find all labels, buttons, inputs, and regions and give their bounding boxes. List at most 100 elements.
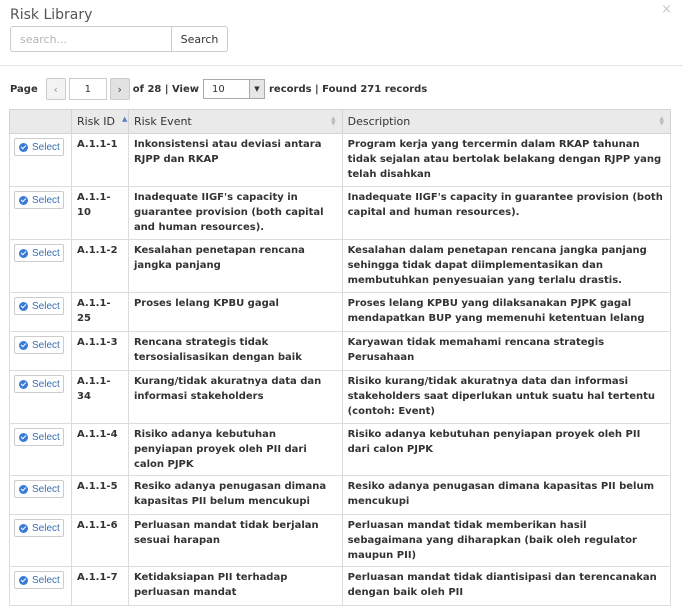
risk-event-cell: Inkonsistensi atau deviasi antara RJPP d… xyxy=(127,133,343,187)
search-group: Search xyxy=(10,26,228,52)
select-label: Select xyxy=(32,247,60,259)
prev-page-button[interactable]: ‹ xyxy=(45,78,66,100)
select-label: Select xyxy=(32,378,60,390)
check-circle-icon xyxy=(19,195,28,205)
risk-id-cell: A.1.1-10 xyxy=(70,186,129,240)
close-icon[interactable]: × xyxy=(661,3,672,17)
select-cell: Select xyxy=(9,566,72,606)
risk-event-cell: Resiko adanya penugasan dimana kapasitas… xyxy=(127,475,343,515)
risk-table: Risk ID ▲ Risk Event ▲ ▼ Description ▲ ▼ S… xyxy=(9,109,672,606)
select-button[interactable]: Select xyxy=(14,480,64,498)
column-header-description-label: Description xyxy=(347,115,411,128)
description-cell: Program kerja yang tercermin dalam RKAP … xyxy=(341,133,672,187)
table-row: Select A.1.1-7 Ketidaksiapan PII terhadap … xyxy=(9,566,672,606)
check-circle-icon xyxy=(19,484,28,494)
select-button[interactable]: Select xyxy=(14,519,64,537)
select-label: Select xyxy=(32,522,60,534)
page-label: Page xyxy=(10,83,38,95)
risk-id-cell: A.1.1-5 xyxy=(70,475,129,515)
select-button[interactable]: Select xyxy=(14,191,64,209)
column-header-risk-id-label: Risk ID xyxy=(76,115,115,128)
sort-icon: ▲ ▼ xyxy=(659,115,664,127)
risk-event-cell: Ketidaksiapan PII terhadap perluasan man… xyxy=(127,566,343,606)
risk-event-cell: Kurang/tidak akuratnya data dan informas… xyxy=(127,370,343,424)
select-button[interactable]: Select xyxy=(14,428,64,446)
next-page-button[interactable]: › xyxy=(109,78,130,100)
pager: Page ‹ › of 28 | View 10 ▼ records | Fou… xyxy=(10,78,427,100)
modal-title: Risk Library xyxy=(10,7,93,23)
description-cell: Perluasan mandat tidak diantisipasi dan … xyxy=(341,566,672,606)
select-cell: Select xyxy=(9,292,72,332)
table-row: Select A.1.1-5 Resiko adanya penugasan dim… xyxy=(9,475,672,515)
page-of-text: of 28 | View xyxy=(132,83,199,95)
select-cell: Select xyxy=(9,370,72,424)
table-body: Select A.1.1-1 Inkonsistensi atau deviasi … xyxy=(9,133,672,606)
risk-id-cell: A.1.1-34 xyxy=(70,370,129,424)
sort-icon: ▲ ▼ xyxy=(330,115,336,127)
select-label: Select xyxy=(32,431,60,443)
check-circle-icon xyxy=(19,142,28,152)
chevron-right-icon: › xyxy=(117,82,122,96)
description-cell: Resiko adanya penugasan dimana kapasitas… xyxy=(341,475,672,515)
column-header-description[interactable]: Description ▲ ▼ xyxy=(341,109,672,134)
table-row: Select A.1.1-6 Perluasan mandat tidak berj… xyxy=(9,514,672,567)
risk-id-cell: A.1.1-7 xyxy=(70,566,129,606)
select-cell: Select xyxy=(9,186,72,240)
risk-event-cell: Perluasan mandat tidak berjalan sesuai h… xyxy=(127,514,343,567)
risk-event-cell: Proses lelang KPBU gagal xyxy=(127,292,343,332)
page-number-input[interactable] xyxy=(68,78,107,100)
table-row: Select A.1.1-2 Kesalahan penetapan rencana… xyxy=(9,239,672,293)
description-cell: Kesalahan dalam penetapan rencana jangka… xyxy=(341,239,672,293)
column-header-select xyxy=(9,109,72,134)
search-input[interactable] xyxy=(10,26,171,52)
select-cell: Select xyxy=(9,133,72,187)
select-label: Select xyxy=(32,339,60,351)
description-cell: Karyawan tidak memahami rencana strategi… xyxy=(341,331,672,371)
select-button[interactable]: Select xyxy=(14,244,64,262)
table-row: Select A.1.1-25 Proses lelang KPBU gagal Pr… xyxy=(9,292,672,332)
select-cell: Select xyxy=(9,423,72,476)
description-cell: Risiko kurang/tidak akuratnya data dan i… xyxy=(341,370,672,424)
column-header-risk-id[interactable]: Risk ID ▲ xyxy=(70,109,129,134)
risk-event-cell: Kesalahan penetapan rencana jangka panja… xyxy=(127,239,343,293)
risk-id-cell: A.1.1-6 xyxy=(70,514,129,567)
select-cell: Select xyxy=(9,331,72,371)
select-button[interactable]: Select xyxy=(14,571,64,589)
select-label: Select xyxy=(32,141,60,153)
select-cell: Select xyxy=(9,514,72,567)
check-circle-icon xyxy=(19,432,28,442)
column-header-risk-event[interactable]: Risk Event ▲ ▼ xyxy=(127,109,343,134)
select-cell: Select xyxy=(9,239,72,293)
description-cell: Risiko adanya kebutuhan penyiapan proyek… xyxy=(341,423,672,476)
risk-id-cell: A.1.1-4 xyxy=(70,423,129,476)
table-row: Select A.1.1-10 Inadequate IIGF's capacity… xyxy=(9,186,672,240)
column-header-risk-event-label: Risk Event xyxy=(133,115,192,128)
select-button[interactable]: Select xyxy=(14,375,64,393)
check-circle-icon xyxy=(19,301,28,311)
modal-header: Risk Library × Search xyxy=(0,0,683,66)
select-label: Select xyxy=(32,483,60,495)
check-circle-icon xyxy=(19,379,28,389)
check-circle-icon xyxy=(19,340,28,350)
check-circle-icon xyxy=(19,523,28,533)
table-header-row: Risk ID ▲ Risk Event ▲ ▼ Description ▲ ▼ xyxy=(9,109,672,134)
risk-event-cell: Inadequate IIGF's capacity in guarantee … xyxy=(127,186,343,240)
caret-down-icon: ▼ xyxy=(249,80,264,98)
select-button[interactable]: Select xyxy=(14,297,64,315)
view-count-select[interactable]: 10 ▼ xyxy=(203,79,265,99)
description-cell: Proses lelang KPBU yang dilaksanakan PJP… xyxy=(341,292,672,332)
risk-id-cell: A.1.1-25 xyxy=(70,292,129,332)
table-row: Select A.1.1-34 Kurang/tidak akuratnya dat… xyxy=(9,370,672,424)
description-cell: Perluasan mandat tidak memberikan hasil … xyxy=(341,514,672,567)
select-button[interactable]: Select xyxy=(14,336,64,354)
search-button[interactable]: Search xyxy=(171,26,228,52)
risk-id-cell: A.1.1-2 xyxy=(70,239,129,293)
risk-id-cell: A.1.1-3 xyxy=(70,331,129,371)
check-circle-icon xyxy=(19,248,28,258)
view-count-value: 10 xyxy=(212,83,225,95)
table-row: Select A.1.1-1 Inkonsistensi atau deviasi … xyxy=(9,133,672,187)
records-found-text: records | Found 271 records xyxy=(269,83,428,95)
risk-event-cell: Risiko adanya kebutuhan penyiapan proyek… xyxy=(127,423,343,476)
select-button[interactable]: Select xyxy=(14,138,64,156)
chevron-left-icon: ‹ xyxy=(53,82,58,96)
